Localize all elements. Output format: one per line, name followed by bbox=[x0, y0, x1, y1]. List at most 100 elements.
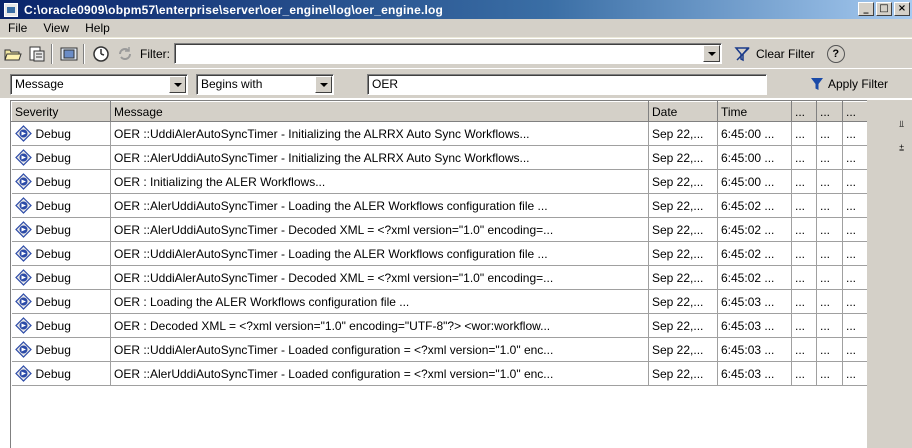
date-cell: Sep 22,... bbox=[648, 241, 718, 266]
column-header-message[interactable]: Message bbox=[110, 101, 649, 122]
debug-icon bbox=[14, 125, 32, 142]
maximize-button[interactable]: □ bbox=[876, 2, 892, 16]
field-select[interactable]: Message bbox=[10, 74, 188, 95]
column-header-extra[interactable]: ... bbox=[816, 101, 843, 122]
filter-bar: Message Begins with OER Apply Filter bbox=[0, 68, 912, 98]
log-viewer-icon bbox=[4, 2, 18, 17]
open-file-icon[interactable] bbox=[2, 43, 24, 65]
filter-input[interactable] bbox=[174, 43, 722, 64]
table-row[interactable]: Debug OER ::AlerUddiAutoSyncTimer - Initi… bbox=[11, 145, 867, 170]
extra-cell: ... bbox=[842, 121, 867, 146]
clear-filter-label: Clear Filter bbox=[756, 46, 815, 61]
date-cell: Sep 22,... bbox=[648, 265, 718, 290]
chevron-down-icon[interactable] bbox=[315, 76, 332, 93]
chevron-down-icon[interactable] bbox=[169, 76, 186, 93]
help-icon[interactable]: ? bbox=[826, 44, 845, 63]
extra-cell: ... bbox=[842, 193, 867, 218]
table-row[interactable]: Debug OER : Initializing the ALER Workflo… bbox=[11, 169, 867, 194]
close-button[interactable]: × bbox=[894, 2, 910, 16]
menu-file[interactable]: File bbox=[0, 21, 35, 35]
column-header-extra[interactable]: ... bbox=[791, 101, 817, 122]
severity-text: Debug bbox=[35, 342, 71, 357]
table-row[interactable]: Debug OER ::UddiAlerAutoSyncTimer - Loade… bbox=[11, 337, 867, 362]
time-cell: 6:45:02 ... bbox=[717, 265, 792, 290]
extra-cell: ... bbox=[816, 121, 843, 146]
severity-cell: Debug bbox=[11, 217, 111, 242]
date-cell: Sep 22,... bbox=[648, 169, 718, 194]
date-cell: Sep 22,... bbox=[648, 193, 718, 218]
pin-icon[interactable]: ⫫ bbox=[899, 120, 904, 130]
date-cell: Sep 22,... bbox=[648, 337, 718, 362]
extra-cell: ... bbox=[816, 217, 843, 242]
side-panel: ⫫ ⩲ bbox=[867, 100, 912, 448]
debug-icon bbox=[14, 221, 32, 238]
severity-cell: Debug bbox=[11, 361, 111, 386]
operator-select[interactable]: Begins with bbox=[196, 74, 334, 95]
table-row[interactable]: Debug OER ::UddiAlerAutoSyncTimer - Decod… bbox=[11, 265, 867, 290]
severity-text: Debug bbox=[35, 174, 71, 189]
severity-text: Debug bbox=[35, 150, 71, 165]
table-row[interactable]: Debug OER ::AlerUddiAutoSyncTimer - Loadi… bbox=[11, 193, 867, 218]
severity-cell: Debug bbox=[11, 265, 111, 290]
field-select-value: Message bbox=[15, 77, 64, 91]
toolbar-separator bbox=[83, 43, 85, 64]
extra-cell: ... bbox=[816, 361, 843, 386]
column-header-extra[interactable]: ... bbox=[842, 101, 867, 122]
export-icon[interactable] bbox=[26, 43, 48, 65]
date-cell: Sep 22,... bbox=[648, 361, 718, 386]
time-cell: 6:45:00 ... bbox=[717, 121, 792, 146]
menu-bar: File View Help bbox=[0, 19, 912, 38]
apply-filter-button[interactable]: Apply Filter bbox=[810, 77, 888, 91]
extra-cell: ... bbox=[791, 337, 817, 362]
extra-cell: ... bbox=[791, 169, 817, 194]
minimize-button[interactable]: _ bbox=[858, 2, 874, 16]
view-icon[interactable] bbox=[58, 43, 80, 65]
menu-view[interactable]: View bbox=[35, 21, 77, 35]
funnel-icon bbox=[811, 78, 823, 90]
extra-cell: ... bbox=[816, 145, 843, 170]
table-row[interactable]: Debug OER ::AlerUddiAutoSyncTimer - Decod… bbox=[11, 217, 867, 242]
message-cell: OER ::UddiAlerAutoSyncTimer - Loaded con… bbox=[110, 337, 649, 362]
table-row[interactable]: Debug OER ::AlerUddiAutoSyncTimer - Loade… bbox=[11, 361, 867, 386]
column-header-time[interactable]: Time bbox=[717, 101, 792, 122]
date-cell: Sep 22,... bbox=[648, 313, 718, 338]
table-row[interactable]: Debug OER : Decoded XML = <?xml version="… bbox=[11, 313, 867, 338]
extra-cell: ... bbox=[842, 217, 867, 242]
table-row[interactable]: Debug OER : Loading the ALER Workflows co… bbox=[11, 289, 867, 314]
table-row[interactable]: Debug OER ::UddiAlerAutoSyncTimer - Initi… bbox=[11, 121, 867, 146]
message-cell: OER ::UddiAlerAutoSyncTimer - Loading th… bbox=[110, 241, 649, 266]
clear-filter-button[interactable]: Clear Filter bbox=[734, 46, 815, 62]
window-controls: _ □ × bbox=[858, 2, 910, 16]
message-cell: OER ::AlerUddiAutoSyncTimer - Loading th… bbox=[110, 193, 649, 218]
date-cell: Sep 22,... bbox=[648, 217, 718, 242]
column-header-date[interactable]: Date bbox=[648, 101, 718, 122]
log-table[interactable]: Severity Message Date Time ... ... ... D… bbox=[10, 100, 867, 448]
pin-icon[interactable]: ⩲ bbox=[899, 144, 904, 154]
severity-text: Debug bbox=[35, 318, 71, 333]
refresh-icon[interactable] bbox=[114, 43, 136, 65]
extra-cell: ... bbox=[816, 169, 843, 194]
chevron-down-icon[interactable] bbox=[703, 45, 720, 62]
table-row[interactable]: Debug OER ::UddiAlerAutoSyncTimer - Loadi… bbox=[11, 241, 867, 266]
severity-cell: Debug bbox=[11, 289, 111, 314]
filter-value-input[interactable]: OER bbox=[367, 74, 767, 95]
extra-cell: ... bbox=[816, 313, 843, 338]
extra-cell: ... bbox=[791, 121, 817, 146]
severity-text: Debug bbox=[35, 222, 71, 237]
severity-text: Debug bbox=[35, 246, 71, 261]
message-cell: OER : Loading the ALER Workflows configu… bbox=[110, 289, 649, 314]
menu-help[interactable]: Help bbox=[77, 21, 118, 35]
message-cell: OER ::AlerUddiAutoSyncTimer - Loaded con… bbox=[110, 361, 649, 386]
debug-icon bbox=[14, 197, 32, 214]
time-cell: 6:45:02 ... bbox=[717, 193, 792, 218]
extra-cell: ... bbox=[791, 193, 817, 218]
column-header-severity[interactable]: Severity bbox=[11, 101, 111, 122]
severity-text: Debug bbox=[35, 294, 71, 309]
debug-icon bbox=[14, 317, 32, 334]
severity-cell: Debug bbox=[11, 193, 111, 218]
time-cell: 6:45:00 ... bbox=[717, 169, 792, 194]
severity-cell: Debug bbox=[11, 337, 111, 362]
extra-cell: ... bbox=[816, 337, 843, 362]
clock-icon[interactable] bbox=[90, 43, 112, 65]
message-cell: OER ::AlerUddiAutoSyncTimer - Initializi… bbox=[110, 145, 649, 170]
